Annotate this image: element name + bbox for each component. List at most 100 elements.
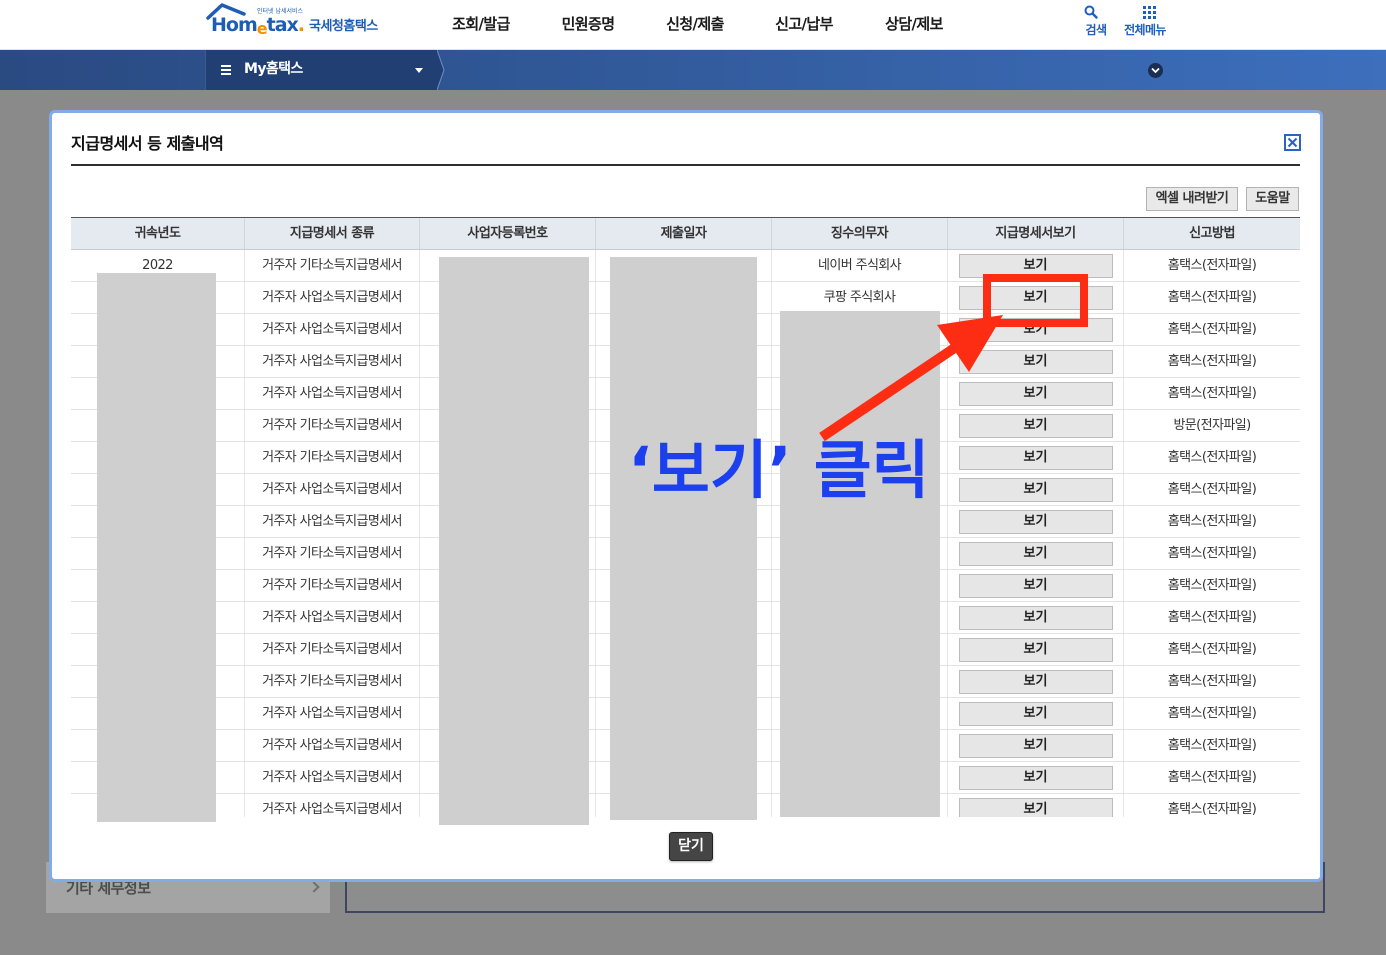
nav-filing-payment[interactable]: 신고/납부	[775, 13, 833, 35]
column-header-statement-type: 지급명세서 종류	[245, 218, 420, 249]
view-cell: 보기	[948, 442, 1124, 473]
help-button[interactable]: 도움말	[1246, 187, 1299, 211]
redaction-block-business-number	[439, 257, 589, 825]
excel-download-button[interactable]: 엑셀 내려받기	[1146, 187, 1238, 211]
statement-type-cell: 거주자 기타소득지급명세서	[245, 634, 420, 665]
filing-method-cell: 홈택스(전자파일)	[1167, 642, 1257, 657]
view-button[interactable]: 보기	[958, 541, 1113, 566]
filing-method-cell: 홈택스(전자파일)	[1167, 738, 1257, 753]
view-button[interactable]: 보기	[958, 349, 1113, 374]
logo-wordmark: Hometax.	[211, 14, 305, 38]
sub-navigation-bar: My홈택스	[0, 50, 1386, 90]
filing-method-cell: 홈택스(전자파일)	[1167, 482, 1257, 497]
view-cell: 보기	[948, 474, 1124, 505]
logo-org-name: 국세청홈택스	[309, 19, 378, 34]
top-header: Hometax. 인터넷 납세서비스 국세청홈택스 조회/발급 민원증명 신청/…	[0, 0, 1386, 50]
statement-type-cell: 거주자 사업소득지급명세서	[245, 474, 420, 505]
view-cell: 보기	[948, 762, 1124, 793]
logo-wordmark-part: tax	[266, 14, 299, 36]
filing-method-cell: 홈택스(전자파일)	[1167, 386, 1257, 401]
annotation-caption: ‘보기’ 클릭	[628, 434, 930, 507]
view-cell: 보기	[948, 602, 1124, 633]
view-button[interactable]: 보기	[958, 413, 1113, 438]
filing-method-cell: 홈택스(전자파일)	[1167, 290, 1257, 305]
statement-type-cell: 거주자 사업소득지급명세서	[245, 282, 420, 313]
statement-type-cell: 거주자 사업소득지급명세서	[245, 602, 420, 633]
logo-tagline: 인터넷 납세서비스	[257, 8, 304, 15]
column-header-submit-date: 제출일자	[596, 218, 772, 249]
view-button[interactable]: 보기	[958, 701, 1113, 726]
search-button[interactable]: 검색	[1071, 3, 1121, 43]
column-header-view: 지급명세서보기	[948, 218, 1124, 249]
view-button[interactable]: 보기	[958, 317, 1113, 342]
filing-method-cell: 홈택스(전자파일)	[1167, 674, 1257, 689]
view-button[interactable]: 보기	[958, 637, 1113, 662]
search-label: 검색	[1085, 23, 1107, 37]
statement-type-cell: 거주자 사업소득지급명세서	[245, 506, 420, 537]
close-button[interactable]: 닫기	[669, 832, 713, 861]
breadcrumb-arrow-icon	[437, 50, 445, 90]
chevron-down-icon[interactable]	[1148, 63, 1163, 78]
column-header-filing-method: 신고방법	[1189, 226, 1235, 241]
view-cell: 보기	[948, 378, 1124, 409]
view-cell: 보기	[948, 794, 1124, 817]
filing-method-cell: 홈택스(전자파일)	[1167, 514, 1257, 529]
view-button[interactable]: 보기	[958, 733, 1113, 758]
filing-method-cell: 홈택스(전자파일)	[1167, 450, 1257, 465]
view-cell: 보기	[948, 410, 1124, 441]
all-menu-label: 전체메뉴	[1124, 23, 1166, 37]
filing-method-cell: 방문(전자파일)	[1173, 418, 1251, 433]
view-button[interactable]: 보기	[958, 765, 1113, 790]
redaction-block-payer	[780, 311, 940, 817]
nav-application-submission[interactable]: 신청/제출	[666, 13, 724, 35]
view-button[interactable]: 보기	[958, 445, 1113, 470]
table-header: 귀속년도 지급명세서 종류 사업자등록번호 제출일자 징수의무자 지급명세서보기…	[71, 217, 1300, 250]
my-hometax-menu[interactable]: My홈택스	[205, 50, 437, 90]
view-cell: 보기	[948, 282, 1124, 313]
nav-inquiry-issuance[interactable]: 조회/발급	[452, 13, 510, 35]
close-icon[interactable]	[1284, 134, 1301, 151]
payer-cell: 쿠팡 주식회사	[772, 282, 948, 313]
hometax-logo[interactable]: Hometax. 인터넷 납세서비스 국세청홈택스	[205, 0, 390, 48]
statement-type-cell: 거주자 사업소득지급명세서	[245, 314, 420, 345]
statement-type-cell: 거주자 사업소득지급명세서	[245, 378, 420, 409]
title-divider	[71, 164, 1300, 166]
chevron-right-icon	[308, 881, 320, 893]
view-button[interactable]: 보기	[958, 253, 1113, 278]
filing-method-cell: 홈택스(전자파일)	[1167, 578, 1257, 593]
view-cell: 보기	[948, 506, 1124, 537]
column-header-business-number: 사업자등록번호	[420, 218, 596, 249]
statement-type-cell: 거주자 사업소득지급명세서	[245, 346, 420, 377]
view-cell: 보기	[948, 314, 1124, 345]
dropdown-caret-icon[interactable]	[415, 68, 423, 73]
redaction-block-year	[97, 273, 216, 822]
statement-type-cell: 거주자 사업소득지급명세서	[245, 794, 420, 817]
filing-method-cell: 홈택스(전자파일)	[1167, 802, 1257, 817]
nav-consult-report[interactable]: 상담/제보	[885, 13, 943, 35]
view-cell: 보기	[948, 666, 1124, 697]
grid-icon	[1143, 6, 1156, 19]
view-button[interactable]: 보기	[958, 381, 1113, 406]
logo-wordmark-part: .	[297, 14, 305, 36]
filing-method-cell: 홈택스(전자파일)	[1167, 354, 1257, 369]
view-button[interactable]: 보기	[958, 797, 1113, 817]
view-button[interactable]: 보기	[958, 573, 1113, 598]
filing-method-cell: 홈택스(전자파일)	[1167, 610, 1257, 625]
view-cell: 보기	[948, 538, 1124, 569]
view-button[interactable]: 보기	[958, 477, 1113, 502]
view-button[interactable]: 보기	[958, 509, 1113, 534]
view-button[interactable]: 보기	[958, 605, 1113, 630]
all-menu-button[interactable]: 전체메뉴	[1120, 3, 1170, 43]
modal-title: 지급명세서 등 제출내역	[71, 134, 224, 153]
statement-type-cell: 거주자 사업소득지급명세서	[245, 698, 420, 729]
view-cell: 보기	[948, 250, 1124, 281]
view-button[interactable]: 보기	[958, 669, 1113, 694]
filing-method-cell: 홈택스(전자파일)	[1167, 770, 1257, 785]
my-hometax-label: My홈택스	[244, 61, 303, 77]
payer-cell: 네이버 주식회사	[772, 250, 948, 281]
view-button[interactable]: 보기	[958, 285, 1113, 310]
statement-type-cell: 거주자 사업소득지급명세서	[245, 730, 420, 761]
nav-civil-certificate[interactable]: 민원증명	[562, 13, 615, 35]
logo-wordmark-part: Hom	[211, 14, 258, 36]
view-cell: 보기	[948, 698, 1124, 729]
